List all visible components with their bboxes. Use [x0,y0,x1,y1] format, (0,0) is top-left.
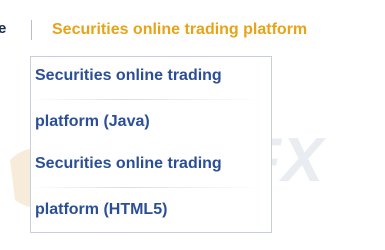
trading-platform-dropdown: Securities online trading platform (Java… [30,56,272,233]
nav-item-previous[interactable]: e [0,20,6,38]
dropdown-item-java-line1[interactable]: Securities online trading [35,66,267,86]
top-navbar: e Securities online trading platform [0,0,385,56]
page: WikiFX e Securities online trading platf… [0,0,385,250]
dropdown-divider [31,187,263,188]
nav-divider [31,20,32,40]
nav-item-trading-platform[interactable]: Securities online trading platform [52,20,307,40]
dropdown-item-html5-line1[interactable]: Securities online trading [35,154,267,174]
dropdown-divider [31,99,263,100]
dropdown-item-java-line2[interactable]: platform (Java) [35,112,267,132]
dropdown-item-html5-line2[interactable]: platform (HTML5) [35,200,267,220]
